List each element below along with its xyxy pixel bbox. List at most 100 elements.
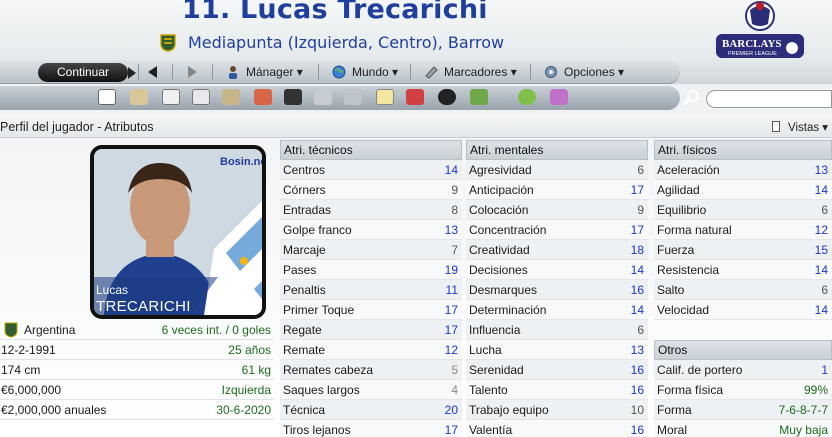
views-label: Vistas [788, 122, 820, 134]
attribute-row: Aceleración 13 [654, 160, 832, 180]
tactics-icon[interactable] [284, 89, 302, 105]
trophy-icon[interactable] [314, 89, 332, 105]
attribute-value: 17 [630, 183, 644, 197]
world-menu[interactable]: Mundo ▾ [332, 63, 398, 82]
views-button[interactable]: Vistas ▾ [788, 120, 828, 134]
league-logo-text: BARCLAYS [722, 38, 782, 50]
attribute-row: Valentía 16 [466, 420, 648, 437]
attribute-name: Remates cabeza [283, 363, 374, 377]
attribute-row: Regate 17 [280, 320, 462, 340]
attribute-row: Marcaje 7 [280, 240, 462, 260]
mental-list: Agresividad 6 Anticipación 17 Colocación 9 Con… [466, 160, 648, 437]
attribute-row: Remates cabeza 5 [280, 360, 462, 380]
attribute-value: 99% [803, 383, 828, 397]
attribute-name: Trabajo equipo [469, 403, 549, 417]
physical-header: Atri. físicos [654, 140, 832, 160]
toolbar-separator [172, 64, 173, 80]
back-arrow-icon[interactable] [148, 66, 157, 78]
toolbar-extension [660, 60, 832, 84]
attribute-value: 8 [451, 203, 458, 217]
attribute-row: Moral Muy baja [654, 420, 832, 437]
person-icon [229, 66, 237, 79]
toolbar-separator [318, 64, 319, 80]
attribute-name: Técnica [283, 403, 326, 417]
transfers-icon[interactable] [254, 89, 272, 105]
calendar-icon[interactable] [192, 89, 210, 105]
forward-arrow-icon[interactable] [188, 66, 197, 78]
attribute-value: 13 [630, 343, 644, 357]
premier-league-logo: BARCLAYS PREMIER LEAGUE [716, 1, 804, 58]
attribute-row: Agilidad 14 [654, 180, 832, 200]
attribute-row: Equilibrio 6 [654, 200, 832, 220]
attribute-value: 20 [444, 403, 458, 417]
attribute-value: 10 [630, 403, 644, 417]
attribute-row: Penaltis 11 [280, 280, 462, 300]
attribute-row: Influencia 6 [466, 320, 648, 340]
attribute-value: 17 [444, 303, 458, 317]
attribute-name: Pases [283, 263, 317, 277]
attribute-row: Salto 6 [654, 280, 832, 300]
attribute-name: Aceleración [657, 163, 720, 177]
search-icon[interactable] [682, 89, 702, 107]
manager-menu[interactable]: Mánager ▾ [226, 63, 303, 82]
toolbar-separator [410, 64, 411, 80]
news-icon[interactable] [162, 89, 180, 105]
attribute-row: Velocidad 14 [654, 300, 832, 320]
attribute-row: Calif. de portero 1 [654, 360, 832, 380]
attribute-value: Muy baja [779, 423, 828, 437]
scouting-icon[interactable] [344, 89, 362, 105]
attribute-row: Técnica 20 [280, 400, 462, 420]
info-row-nationality: Argentina 6 veces int. / 0 goles [0, 320, 274, 340]
attribute-value: 16 [630, 283, 644, 297]
attribute-name: Velocidad [657, 303, 710, 317]
wage-value: €2,000,000 anuales [1, 403, 107, 417]
attribute-value: 7 [451, 243, 458, 257]
continue-button[interactable]: Continuar [38, 63, 136, 82]
notes-icon[interactable] [376, 89, 394, 105]
training-icon[interactable] [406, 89, 424, 105]
attribute-value: 19 [444, 263, 458, 277]
squad-icon[interactable] [222, 89, 240, 105]
help-icon[interactable] [518, 89, 536, 105]
finances-icon[interactable] [470, 89, 488, 105]
inbox-icon[interactable] [130, 89, 148, 105]
attribute-value: 15 [814, 243, 828, 257]
world-label: Mundo [352, 65, 389, 79]
binoculars-icon[interactable] [438, 89, 456, 105]
attribute-row: Tiros lejanos 17 [280, 420, 462, 437]
attribute-value: 12 [814, 223, 828, 237]
attribute-value: 6 [637, 323, 644, 337]
other-attributes-panel: Otros Calif. de portero 1 Forma física 99% F… [654, 340, 832, 437]
options-label: Opciones [564, 65, 615, 79]
attribute-row: Remate 12 [280, 340, 462, 360]
attribute-value: 14 [814, 303, 828, 317]
home-icon[interactable] [98, 89, 116, 105]
mental-attributes-panel: Atri. mentales Agresividad 6 Anticipación 1… [466, 140, 648, 437]
attribute-name: Marcaje [283, 243, 326, 257]
attribute-row: Forma natural 12 [654, 220, 832, 240]
attribute-name: Forma [657, 403, 692, 417]
physical-attributes-panel: Atri. físicos Aceleración 13 Agilidad 14 Equ… [654, 140, 832, 320]
globe-icon [332, 65, 346, 79]
attribute-value: 1 [821, 363, 828, 377]
attribute-value: 17 [630, 223, 644, 237]
views-icon[interactable] [772, 121, 780, 132]
attribute-value: 6 [821, 203, 828, 217]
search-input[interactable] [706, 90, 832, 108]
attribute-row: Córners 9 [280, 180, 462, 200]
info-icon[interactable] [550, 89, 568, 105]
attribute-value: 5 [451, 363, 458, 377]
attribute-row: Determinación 14 [466, 300, 648, 320]
options-menu[interactable]: Opciones ▾ [544, 63, 624, 82]
info-row-value: €6,000,000 Izquierda [0, 380, 274, 400]
attribute-name: Anticipación [469, 183, 534, 197]
other-list: Calif. de portero 1 Forma física 99% Forma 7-… [654, 360, 832, 437]
height-value: 174 cm [1, 363, 41, 377]
attribute-name: Forma natural [657, 223, 732, 237]
age-value: 25 años [228, 343, 271, 357]
attribute-name: Lucha [469, 343, 502, 357]
attribute-name: Salto [657, 283, 685, 297]
weight-value: 61 kg [241, 363, 271, 377]
attribute-name: Entradas [283, 203, 332, 217]
bookmarks-menu[interactable]: Marcadores ▾ [424, 63, 517, 82]
